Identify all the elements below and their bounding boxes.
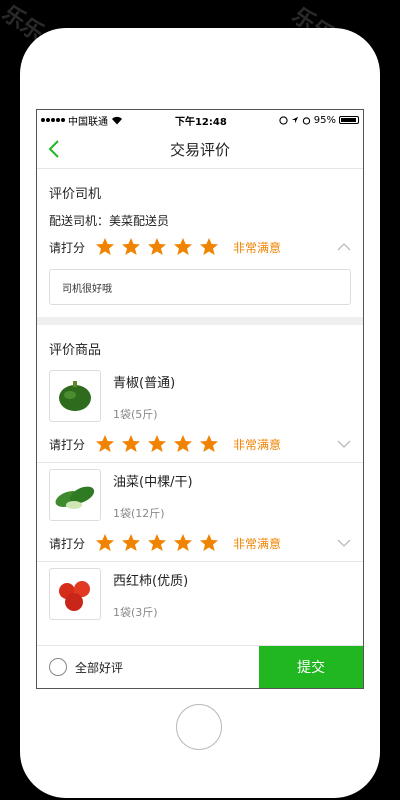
product-item: 西红柿(优质) 1袋(3斤)	[37, 562, 363, 628]
battery-percent: 95%	[313, 114, 336, 126]
home-button[interactable]	[176, 704, 222, 750]
app-screen: 中国联通 下午12:48 95% 交易评价 评价司机 配送司机：美菜配送员 请打…	[36, 109, 364, 689]
tomato-image	[49, 568, 101, 620]
product-quantity: 1袋(12斤)	[113, 507, 165, 520]
product-star-rating[interactable]	[95, 533, 219, 553]
product-item: 青椒(普通) 1袋(5斤)	[37, 364, 363, 430]
driver-rating-row: 请打分 非常满意	[37, 233, 363, 261]
star-icon[interactable]	[147, 533, 167, 553]
star-icon[interactable]	[95, 434, 115, 454]
submit-button[interactable]: 提交	[259, 646, 363, 688]
nav-bar: 交易评价	[37, 130, 363, 169]
goods-section-title: 评价商品	[49, 343, 102, 358]
location-icon	[291, 116, 298, 124]
driver-star-rating[interactable]	[95, 237, 219, 257]
clock-label: 下午12:48	[174, 116, 227, 128]
star-icon[interactable]	[121, 237, 141, 257]
battery-icon	[338, 116, 359, 124]
star-icon[interactable]	[121, 434, 141, 454]
product-rating-row: 请打分 非常满意	[37, 529, 363, 557]
rate-label: 请打分	[49, 240, 86, 255]
bok-choy-image	[49, 469, 101, 521]
product-quantity: 1袋(3斤)	[113, 606, 158, 619]
driver-name: 配送司机：美菜配送员	[49, 214, 170, 228]
star-icon[interactable]	[95, 237, 115, 257]
product-star-rating[interactable]	[95, 434, 219, 454]
alarm-icon	[302, 116, 310, 125]
brand-logo-text: 大玩家	[272, 757, 363, 790]
product-name: 西红柿(优质)	[113, 574, 189, 589]
rating-text: 非常满意	[233, 437, 282, 452]
star-icon[interactable]	[147, 237, 167, 257]
rate-label: 请打分	[49, 536, 86, 551]
section-divider	[37, 317, 363, 325]
back-icon[interactable]	[45, 139, 63, 159]
product-rating-row: 请打分 非常满意	[37, 430, 363, 458]
star-icon[interactable]	[199, 533, 219, 553]
signal-icon	[41, 118, 65, 122]
star-icon[interactable]	[199, 237, 219, 257]
green-pepper-image	[49, 370, 101, 422]
product-item: 油菜(中棵/干) 1袋(12斤)	[37, 463, 363, 529]
page-title: 交易评价	[169, 140, 230, 159]
chevron-down-icon[interactable]	[337, 439, 351, 449]
driver-comment-field[interactable]: 司机很好哦	[49, 269, 351, 305]
product-quantity: 1袋(5斤)	[113, 408, 158, 421]
star-icon[interactable]	[147, 434, 167, 454]
status-bar: 中国联通 下午12:48 95%	[37, 110, 363, 130]
star-icon[interactable]	[121, 533, 141, 553]
star-icon[interactable]	[199, 434, 219, 454]
product-name: 青椒(普通)	[113, 376, 176, 391]
rating-text: 非常满意	[233, 240, 282, 255]
star-icon[interactable]	[173, 533, 193, 553]
star-icon[interactable]	[95, 533, 115, 553]
product-name: 油菜(中棵/干)	[113, 475, 193, 490]
bottom-action-bar: 全部好评 提交	[37, 645, 363, 688]
star-icon[interactable]	[173, 434, 193, 454]
rate-label: 请打分	[49, 437, 86, 452]
all-good-label: 全部好评	[75, 660, 124, 675]
star-icon[interactable]	[173, 237, 193, 257]
driver-section-title: 评价司机	[49, 187, 102, 202]
chevron-down-icon[interactable]	[337, 538, 351, 548]
all-good-radio[interactable]	[49, 658, 67, 676]
carrier-label: 中国联通	[68, 116, 108, 128]
rating-text: 非常满意	[233, 536, 282, 551]
phone-frame: 中国联通 下午12:48 95% 交易评价 评价司机 配送司机：美菜配送员 请打…	[20, 28, 380, 798]
wifi-icon	[112, 116, 122, 124]
chevron-up-icon[interactable]	[337, 242, 351, 252]
lock-rotation-icon	[279, 115, 288, 125]
